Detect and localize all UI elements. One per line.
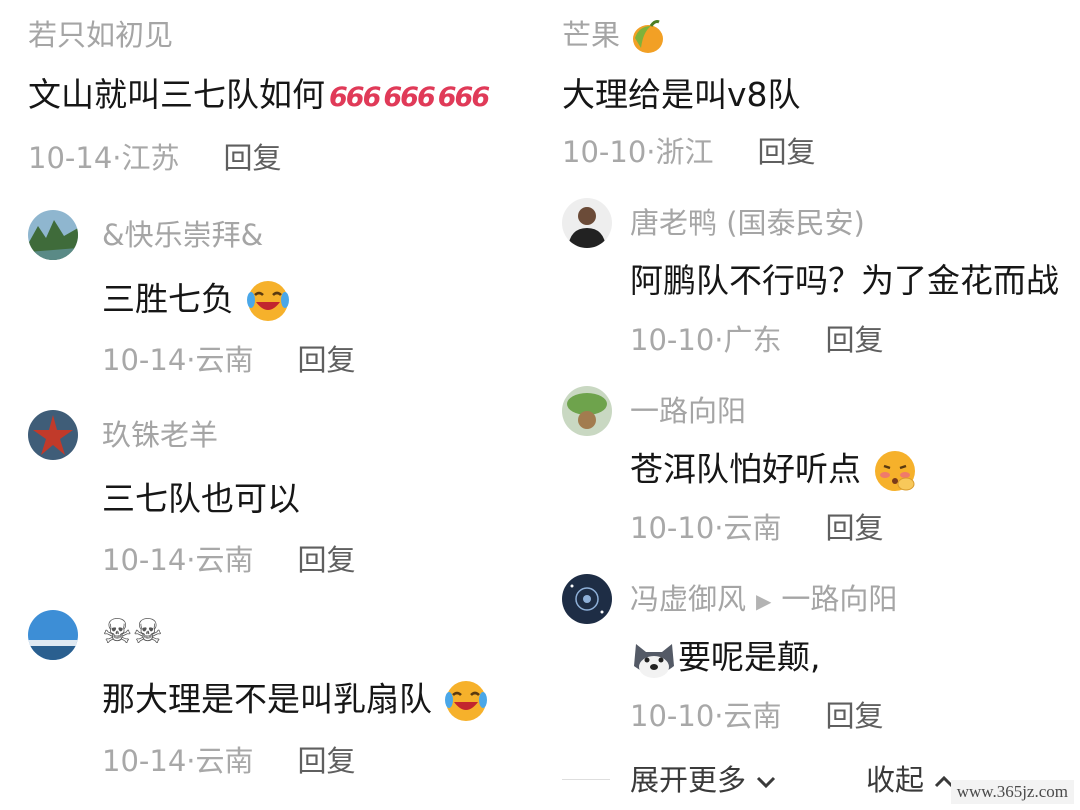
- reply-button[interactable]: 回复: [826, 699, 884, 733]
- divider: [562, 779, 610, 780]
- comment-text: 文山就叫三七队如何: [28, 75, 325, 114]
- reply-button[interactable]: 回复: [826, 323, 884, 357]
- comment-date-location: 10-10·云南: [630, 511, 782, 545]
- comment-text: 阿鹏队不行吗？为了金花而战: [630, 261, 1059, 300]
- reply-button[interactable]: 回复: [298, 343, 356, 377]
- reply-button[interactable]: 回复: [826, 511, 884, 545]
- comment-username-row: 芒果: [562, 17, 667, 56]
- comment-text: 那大理是不是叫乳扇队: [102, 679, 432, 719]
- collapse-button[interactable]: 收起: [866, 762, 955, 798]
- landscape-avatar-icon: [28, 210, 78, 260]
- comment-text: 大理给是叫v8队: [562, 75, 801, 114]
- comment-date-location: 10-14·云南: [102, 343, 254, 377]
- avatar[interactable]: [28, 210, 78, 260]
- reply-button[interactable]: 回复: [224, 141, 282, 175]
- mango-emoji-icon: [633, 20, 664, 53]
- laughing-crying-emoji-icon: [246, 281, 289, 321]
- comment-date-location: 10-10·云南: [630, 699, 782, 733]
- avatar[interactable]: [562, 386, 612, 436]
- collapse-label: 收起: [866, 763, 925, 797]
- avatar[interactable]: [562, 574, 612, 624]
- chevron-down-icon: [757, 776, 776, 789]
- comment-username-row: 冯虚御风 ▶ 一路向阳: [630, 581, 897, 619]
- comment-username[interactable]: 一路向阳: [630, 393, 746, 429]
- expand-more-label: 展开更多: [630, 763, 747, 797]
- expand-more-button[interactable]: 展开更多: [630, 762, 777, 798]
- comment-text: 苍洱队怕好听点: [630, 449, 861, 489]
- right-comment-column: 芒果 大理给是叫v8队 10-10·浙江 回复 唐老鸭 (国泰民安) 阿鹏队不行吗…: [550, 0, 1080, 810]
- night-sky-avatar-icon: [562, 574, 612, 624]
- comment-username[interactable]: 芒果: [562, 18, 620, 52]
- watermark: www.365jz.com: [950, 780, 1074, 804]
- emoji-666-icon: 666: [329, 82, 381, 113]
- comment-meta: 10-10·云南 回复: [630, 698, 884, 734]
- comment-text: 要呢是颠,: [678, 637, 821, 677]
- reply-to-username[interactable]: 一路向阳: [781, 582, 897, 616]
- comment-text-row: 那大理是不是叫乳扇队: [102, 678, 489, 724]
- comment-date-location: 10-10·浙江: [562, 135, 714, 169]
- person-avatar-icon: [562, 198, 612, 248]
- comment-text-row: 三胜七负: [102, 278, 291, 324]
- comment-text: 三七队也可以: [102, 479, 300, 518]
- comment-date-location: 10-14·云南: [102, 543, 254, 577]
- starfish-avatar-icon: [28, 410, 78, 460]
- reply-button[interactable]: 回复: [298, 543, 356, 577]
- comment-meta: 10-10·广东 回复: [630, 322, 884, 358]
- laughing-crying-emoji-icon: [444, 681, 487, 721]
- lotus-leaf-avatar-icon: [562, 386, 612, 436]
- comment-meta: 10-10·浙江 回复: [562, 134, 816, 170]
- comment-text-row: 文山就叫三七队如何 666 666 666: [28, 74, 490, 119]
- comment-text-row: 苍洱队怕好听点: [630, 448, 918, 494]
- avatar[interactable]: [28, 410, 78, 460]
- comment-username[interactable]: 若只如初见: [28, 17, 173, 53]
- avatar[interactable]: [28, 610, 78, 660]
- comment-meta: 10-14·江苏 回复: [28, 140, 282, 176]
- reply-button[interactable]: 回复: [298, 744, 356, 778]
- comment-username[interactable]: 唐老鸭 (国泰民安): [630, 205, 865, 241]
- comment-meta: 10-14·云南 回复: [102, 743, 356, 779]
- emoji-666-icon: 666: [437, 82, 490, 113]
- comment-meta: 10-10·云南 回复: [630, 510, 884, 546]
- comment-text: 三胜七负: [102, 279, 234, 319]
- left-comment-column: 若只如初见 文山就叫三七队如何 666 666 666 10-14·江苏 回复 &快乐崇…: [0, 0, 540, 810]
- emoji-666-icon: 666: [383, 82, 435, 113]
- shy-face-emoji-icon: [874, 451, 915, 491]
- reply-button[interactable]: 回复: [758, 135, 816, 169]
- comment-username[interactable]: ☠☠: [102, 614, 163, 650]
- comment-date-location: 10-10·广东: [630, 323, 782, 357]
- triangle-right-icon: ▶: [756, 589, 772, 613]
- comment-date-location: 10-14·云南: [102, 744, 254, 778]
- comment-username[interactable]: &快乐崇拜&: [102, 217, 263, 253]
- doge-emoji-icon: [634, 644, 674, 678]
- comment-meta: 10-14·云南 回复: [102, 542, 356, 578]
- avatar[interactable]: [562, 198, 612, 248]
- comment-username[interactable]: 玖铢老羊: [102, 417, 218, 453]
- sky-avatar-icon: [28, 610, 78, 660]
- comment-meta: 10-14·云南 回复: [102, 342, 356, 378]
- comment-date-location: 10-14·江苏: [28, 141, 180, 175]
- comment-text-row: 要呢是颠,: [630, 636, 821, 682]
- comment-username[interactable]: 冯虚御风: [630, 582, 746, 616]
